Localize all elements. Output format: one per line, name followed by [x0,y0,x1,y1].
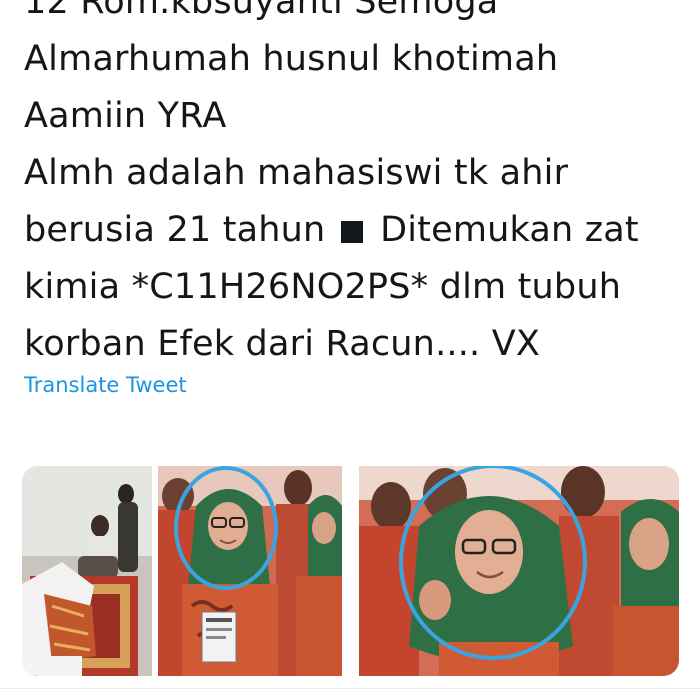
tweet-photo-2[interactable] [158,466,342,676]
tweet-line: Almarhumah husnul khotimah [24,39,559,79]
tweet-photo-1[interactable] [22,466,152,676]
photo-icon [158,466,342,676]
tweet-line-with-square: berusia 21 tahun Ditemukan zat [24,202,684,259]
tweet-line: kimia *C11H26NO2PS* dlm tubuh [24,267,622,307]
tweet-line: Aamiin YRA [24,96,227,136]
tweet-line: Almh adalah mahasiswi tk ahir [24,153,569,193]
photo-icon [359,466,679,676]
tweet-media-grid [22,466,679,676]
black-square-icon [340,221,363,243]
tweet-text: 12 Rom.kbsuyanti Semoga Almarhumah husnu… [24,0,684,373]
tweet-line: korban Efek dari Racun.... VX [24,324,541,364]
photo-icon [22,466,152,676]
divider [0,688,700,689]
translate-tweet-link[interactable]: Translate Tweet [24,373,187,397]
tweet-line-part: Ditemukan zat [380,210,639,250]
tweet-line-part: berusia 21 tahun [24,210,326,250]
tweet-photo-3[interactable] [359,466,679,676]
tweet-line: 12 Rom.kbsuyanti Semoga [24,0,499,22]
